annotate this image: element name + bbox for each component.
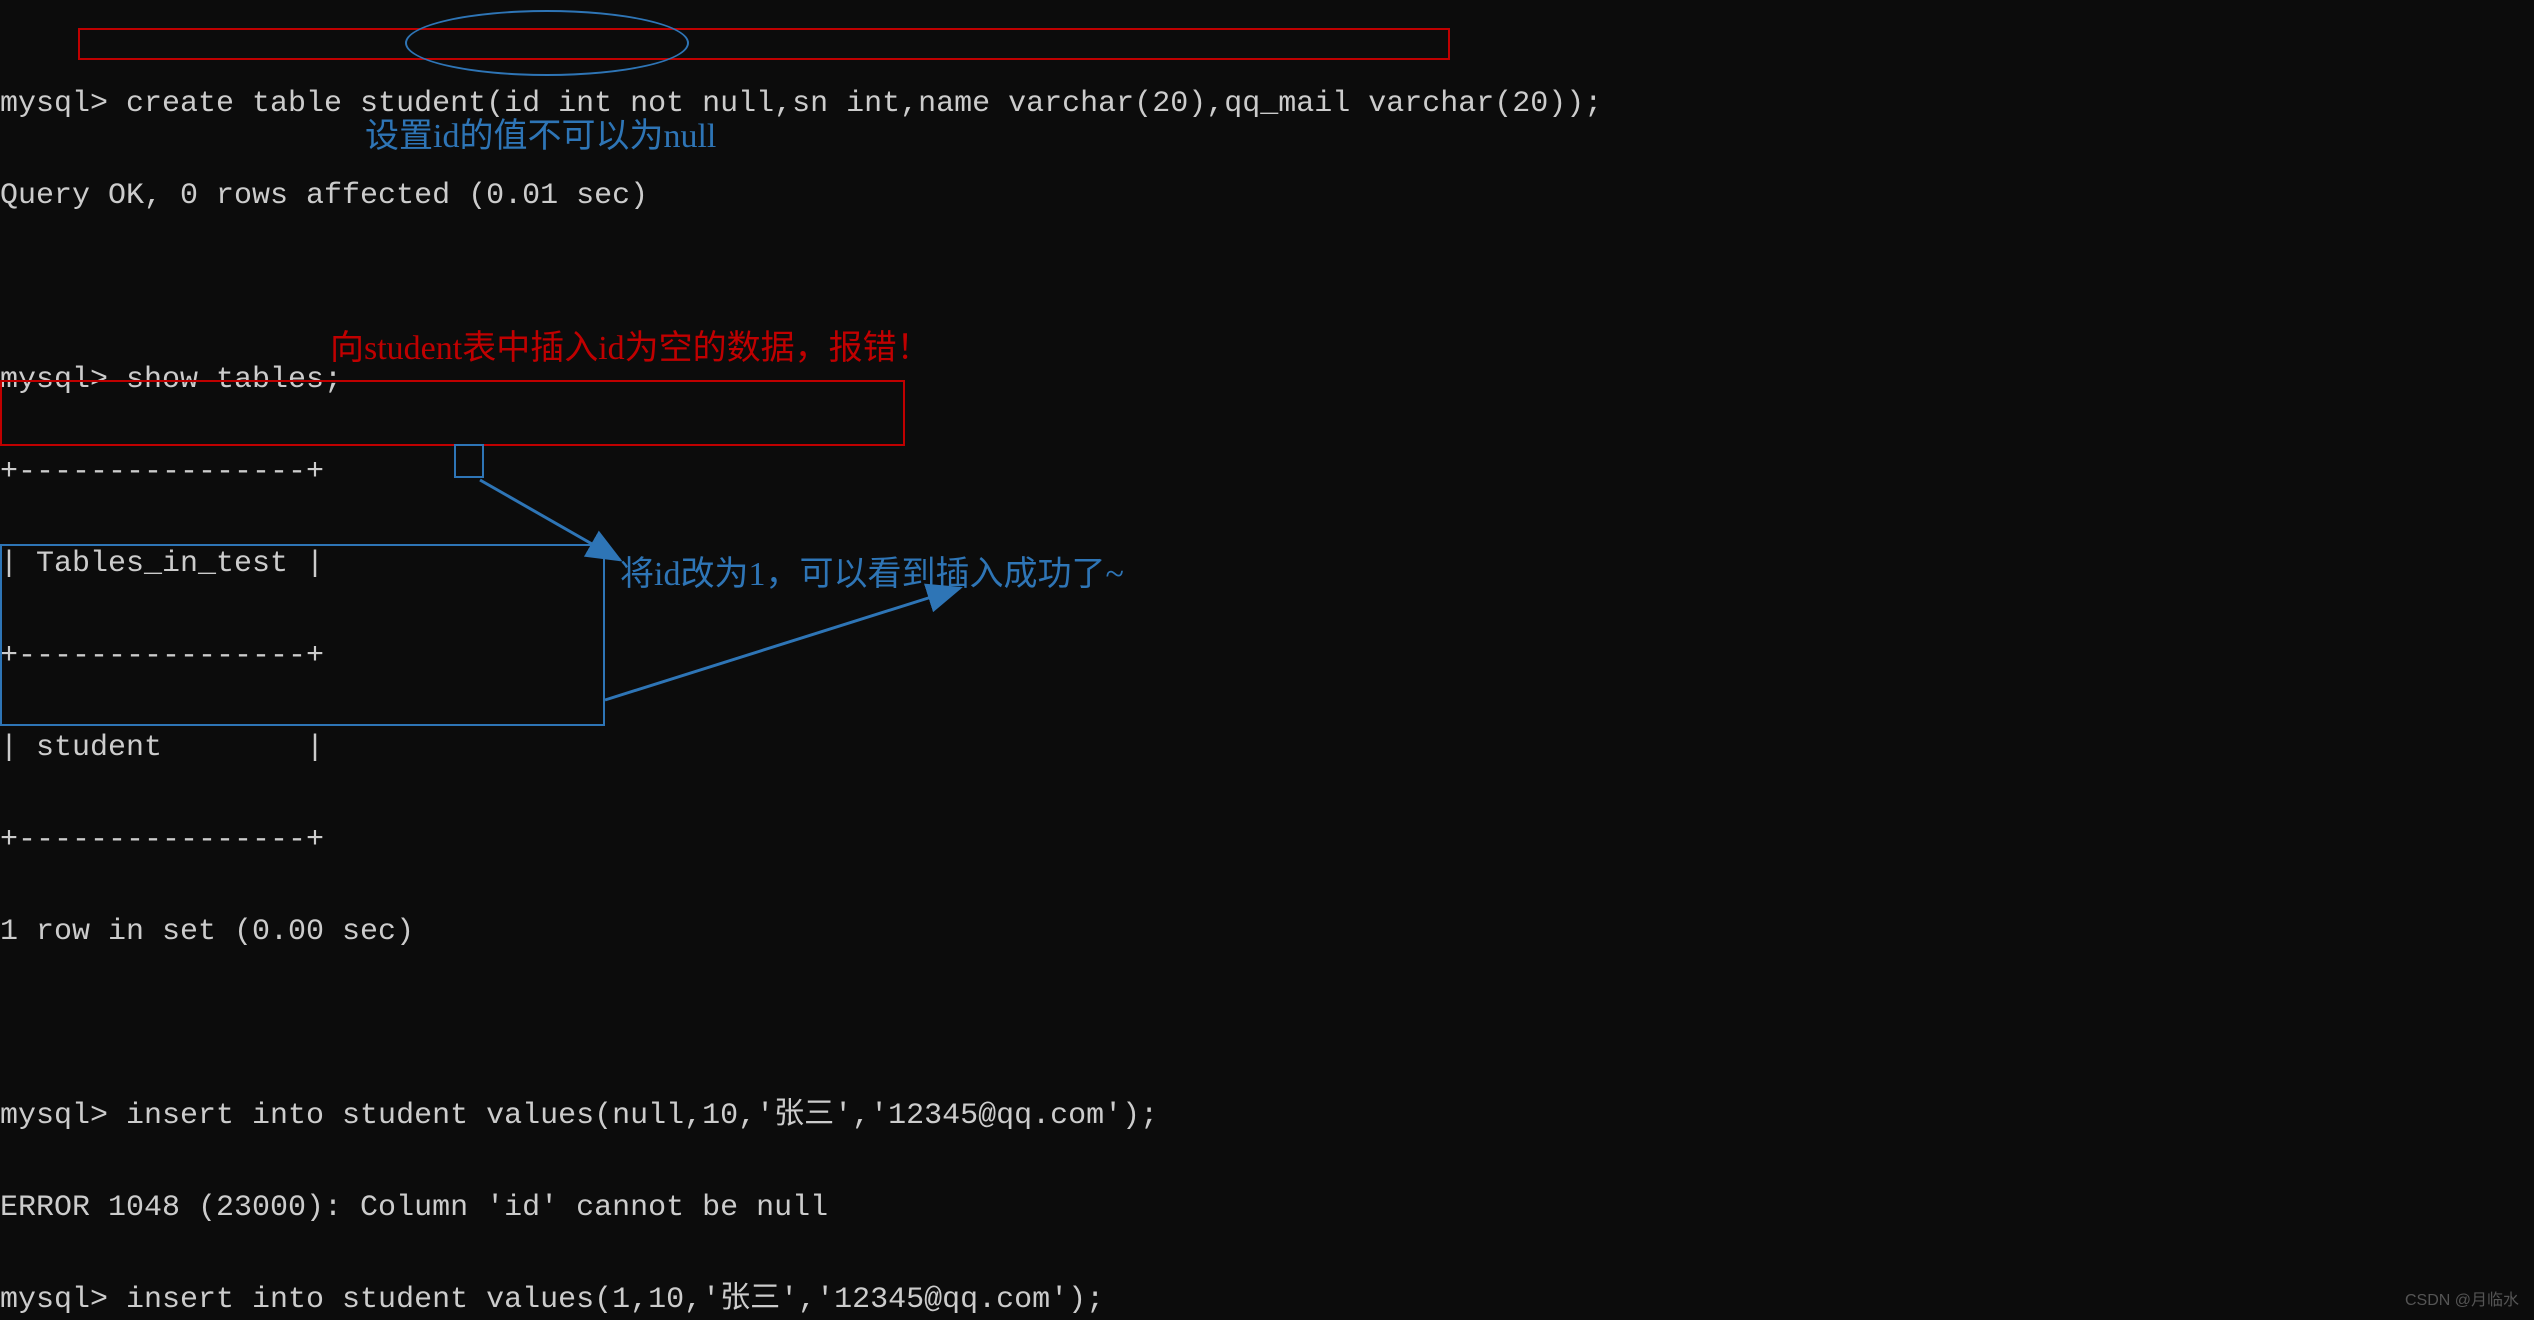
terminal-output: mysql> create table student(id int not n… bbox=[0, 0, 2534, 1320]
blank-line bbox=[0, 1008, 2534, 1040]
sql-insert-null: mysql> insert into student values(null,1… bbox=[0, 1100, 2534, 1132]
sql-insert-valid: mysql> insert into student values(1,10,'… bbox=[0, 1284, 2534, 1316]
watermark: CSDN @月临水 bbox=[2405, 1286, 2519, 1310]
sql-show-tables: mysql> show tables; bbox=[0, 364, 2534, 396]
table-row: | student | bbox=[0, 732, 2534, 764]
blank-line bbox=[0, 272, 2534, 304]
error-message: ERROR 1048 (23000): Column 'id' cannot b… bbox=[0, 1192, 2534, 1224]
table-border: +----------------+ bbox=[0, 640, 2534, 672]
table-header: | Tables_in_test | bbox=[0, 548, 2534, 580]
sql-create-statement: mysql> create table student(id int not n… bbox=[0, 88, 2534, 120]
result-count: 1 row in set (0.00 sec) bbox=[0, 916, 2534, 948]
query-result: Query OK, 0 rows affected (0.01 sec) bbox=[0, 180, 2534, 212]
table-border: +----------------+ bbox=[0, 824, 2534, 856]
table-border: +----------------+ bbox=[0, 456, 2534, 488]
